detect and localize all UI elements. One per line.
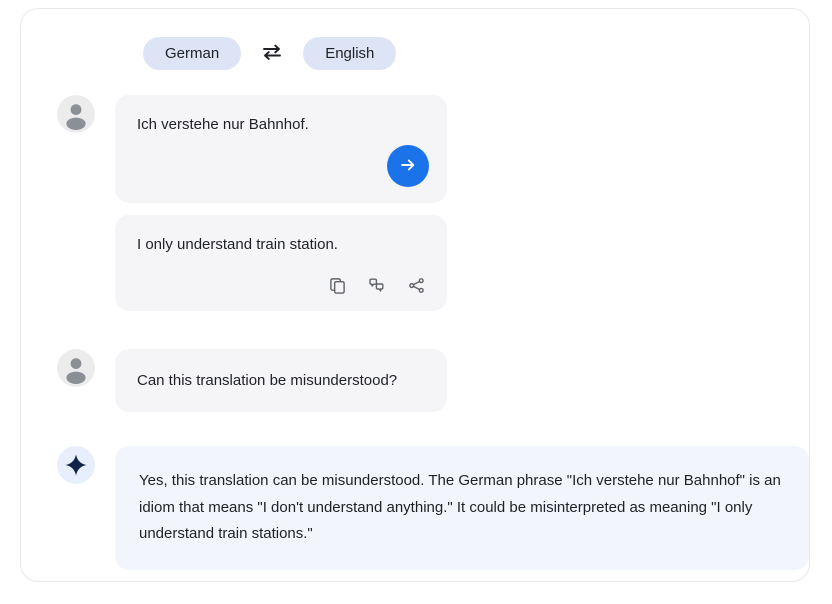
ai-answer-bubble: Yes, this translation can be misundersto… <box>115 446 809 571</box>
user-avatar-icon <box>57 349 95 387</box>
copy-icon <box>329 277 346 297</box>
message-row-source: Ich verstehe nur Bahnhof. <box>57 95 447 203</box>
translation-result-text: I only understand train station. <box>137 236 338 253</box>
send-button[interactable] <box>387 145 429 187</box>
copy-button[interactable] <box>327 275 348 299</box>
feedback-button[interactable] <box>366 274 388 299</box>
source-text: Ich verstehe nur Bahnhof. <box>137 116 309 133</box>
result-avatar-spacer <box>57 215 95 253</box>
ai-answer-text: Yes, this translation can be misundersto… <box>139 472 781 543</box>
share-icon <box>408 277 425 297</box>
share-button[interactable] <box>406 275 427 299</box>
swap-horizontal-icon <box>261 42 283 65</box>
message-row-question: Can this translation be misunderstood? <box>57 349 447 413</box>
translation-result-bubble: I only understand train station. <box>115 215 447 311</box>
sparkle-icon <box>57 446 95 484</box>
arrow-right-icon <box>398 155 418 178</box>
user-question-bubble: Can this translation be misunderstood? <box>115 349 447 413</box>
swap-languages-button[interactable] <box>257 40 287 67</box>
result-actions <box>327 274 427 299</box>
target-language-chip[interactable]: English <box>303 37 397 70</box>
user-question-text: Can this translation be misunderstood? <box>137 372 398 389</box>
source-text-bubble[interactable]: Ich verstehe nur Bahnhof. <box>115 95 447 203</box>
source-language-chip[interactable]: German <box>143 37 242 70</box>
message-row-result: I only understand train station. <box>57 215 447 311</box>
translation-card: German English Ich verstehe nur Bahnhof. <box>20 8 810 582</box>
quote-feedback-icon <box>368 276 386 297</box>
language-selector-bar: German English <box>143 37 397 70</box>
user-avatar-icon <box>57 95 95 133</box>
message-row-answer: Yes, this translation can be misundersto… <box>57 446 809 571</box>
